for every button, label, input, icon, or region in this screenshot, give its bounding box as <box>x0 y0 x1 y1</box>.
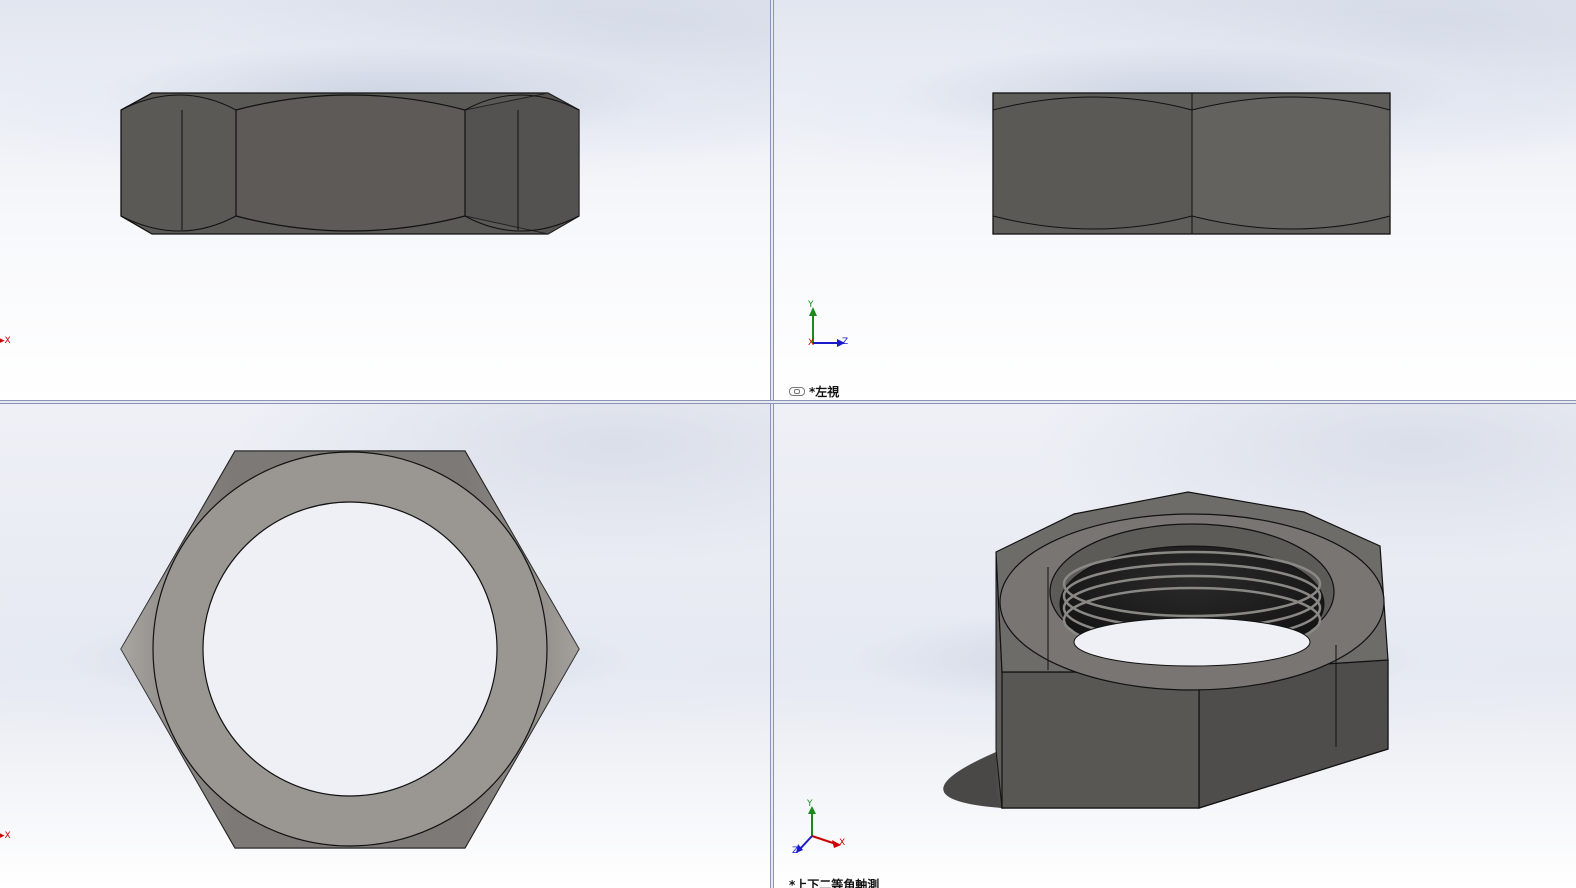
triad-z-label: Z <box>842 337 849 347</box>
triad-x-stub: ▸X <box>0 831 11 841</box>
triad-y-label: Y <box>807 799 813 809</box>
viewport-isometric[interactable]: Y X Z *上下二等角軸測 <box>774 404 1576 888</box>
viewport-top[interactable]: ▸X <box>0 404 770 888</box>
link-icon <box>789 387 805 396</box>
triad-x-label: X <box>839 838 846 848</box>
triad-z-label: Z <box>792 846 799 856</box>
triad-x-stub: ▸X <box>0 336 11 346</box>
viewport-splitter-vertical[interactable] <box>770 0 774 888</box>
front-view-model <box>120 92 580 235</box>
top-view-model <box>120 450 580 849</box>
coordinate-triad <box>796 806 841 853</box>
triad-y-label: Y <box>808 300 814 310</box>
viewport-left[interactable]: Y Z X *左視 <box>774 0 1576 400</box>
viewport-front[interactable]: ▸X <box>0 0 770 400</box>
viewport-splitter-horizontal[interactable] <box>0 400 1576 404</box>
triad-x-label: X <box>808 338 815 348</box>
view-label-left: *左視 <box>789 383 839 400</box>
left-view-model <box>809 92 1391 347</box>
coordinate-triad <box>809 307 845 347</box>
view-label-isometric: *上下二等角軸測 <box>789 878 880 888</box>
isometric-view-model <box>796 491 1389 853</box>
view-label-text: *左視 <box>809 385 840 399</box>
